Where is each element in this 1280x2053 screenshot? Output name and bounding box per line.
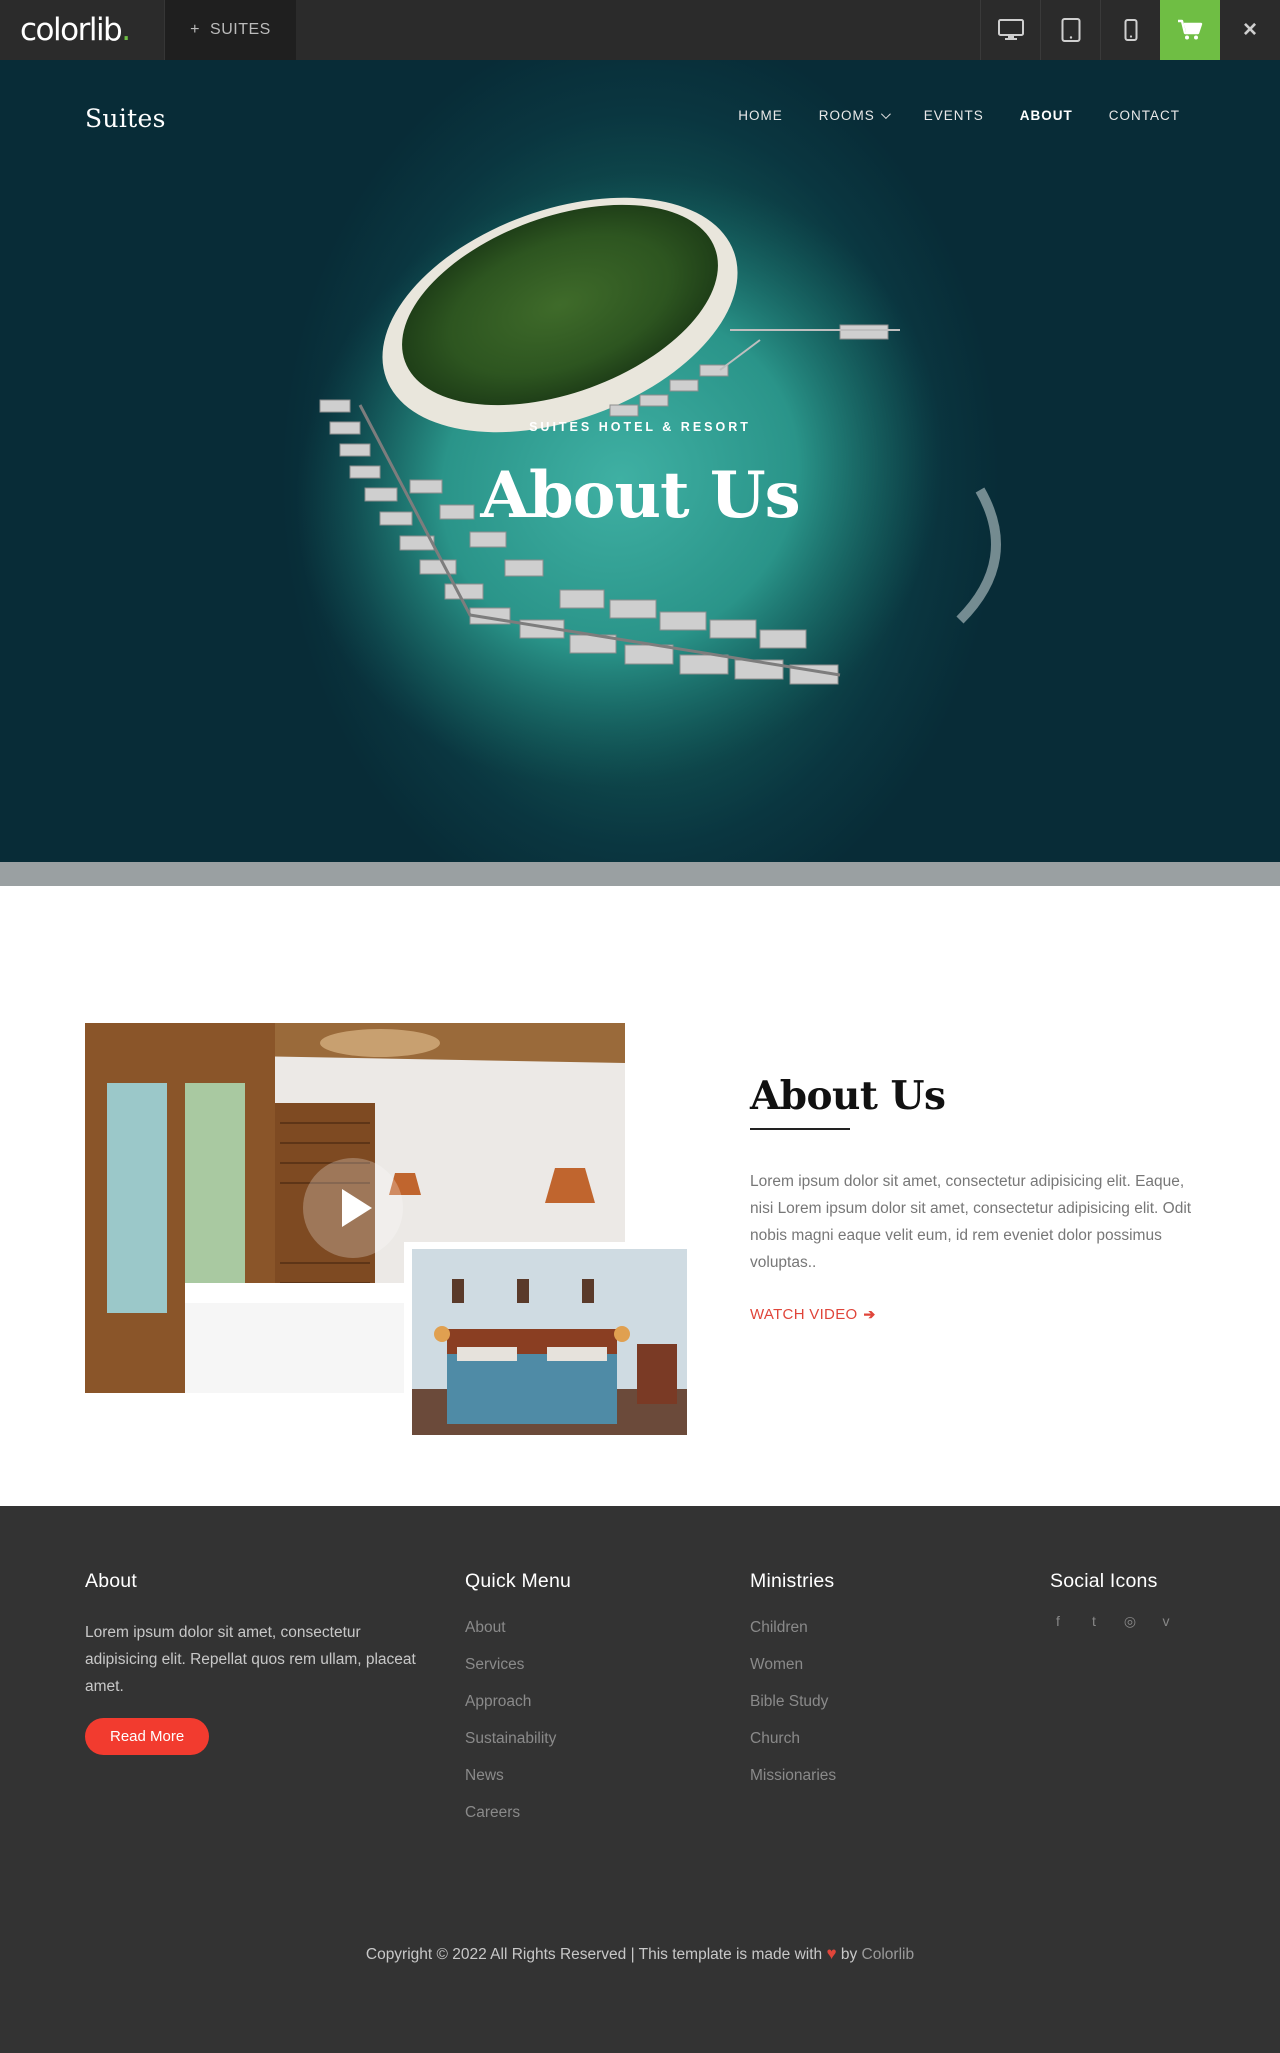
quick-menu-heading: Quick Menu xyxy=(465,1570,572,1592)
nav-contact[interactable]: CONTACT xyxy=(1109,108,1180,123)
read-more-button[interactable]: Read More xyxy=(85,1718,210,1755)
bedroom-image-2 xyxy=(412,1249,687,1435)
copyright: Copyright © 2022 All Rights Reserved | T… xyxy=(0,1944,1280,1964)
footer-social: Social Icons f t ◎ v xyxy=(1050,1570,1174,1630)
ministries-item[interactable]: Bible Study xyxy=(750,1693,836,1730)
desktop-view-button[interactable] xyxy=(980,0,1040,60)
quick-menu-item[interactable]: Services xyxy=(465,1656,571,1693)
about-title: About Us xyxy=(750,1073,946,1119)
room-photo-secondary xyxy=(404,1242,687,1435)
buy-button[interactable] xyxy=(1160,0,1220,60)
desktop-icon xyxy=(997,19,1024,40)
quick-menu-item[interactable]: About xyxy=(465,1619,571,1656)
facebook-icon[interactable]: f xyxy=(1050,1613,1066,1630)
tablet-view-button[interactable] xyxy=(1040,0,1100,60)
mobile-view-button[interactable] xyxy=(1100,0,1160,60)
nav-rooms[interactable]: ROOMS xyxy=(818,108,891,123)
title-underline xyxy=(750,1128,850,1130)
about-description: Lorem ipsum dolor sit amet, consectetur … xyxy=(750,1173,1192,1271)
quick-menu-item[interactable]: Sustainability xyxy=(465,1730,571,1767)
instagram-icon[interactable]: ◎ xyxy=(1122,1613,1138,1630)
nav-about[interactable]: ABOUT xyxy=(1020,108,1073,123)
footer-quick-menu: Quick Menu About Services Approach Susta… xyxy=(465,1570,571,1841)
arrow-right-icon: ➔ xyxy=(863,1306,876,1322)
heart-icon: ♥ xyxy=(826,1944,837,1963)
ministries-item[interactable]: Missionaries xyxy=(750,1767,836,1804)
ministries-heading: Ministries xyxy=(750,1570,835,1592)
footer-ministries: Ministries Children Women Bible Study Ch… xyxy=(750,1570,836,1804)
play-video-button[interactable] xyxy=(303,1158,403,1258)
nav-about-label: ABOUT xyxy=(1019,108,1073,123)
quick-menu-item[interactable]: Careers xyxy=(465,1804,571,1841)
theme-tab[interactable]: + SUITES xyxy=(164,0,296,60)
copyright-by: by xyxy=(840,1946,858,1963)
watch-video-label: WATCH VIDEO xyxy=(750,1306,858,1323)
colorlib-brand-dot: . xyxy=(121,12,131,48)
hero-subtitle: SUITES HOTEL & RESORT xyxy=(529,420,751,434)
demo-toolbar: colorlib. + SUITES × xyxy=(0,0,1280,60)
main-nav: HOME ROOMS EVENTS ABOUT CONTACT xyxy=(738,108,1180,123)
quick-menu-item[interactable]: Approach xyxy=(465,1693,571,1730)
mobile-icon xyxy=(1124,19,1137,41)
ministries-item[interactable]: Women xyxy=(750,1656,836,1693)
nav-contact-label: CONTACT xyxy=(1108,108,1180,123)
play-icon xyxy=(342,1189,372,1227)
ministries-item[interactable]: Children xyxy=(750,1619,836,1656)
colorlib-logo[interactable]: colorlib. xyxy=(0,0,164,60)
hero-bottom-strip xyxy=(0,862,1280,886)
colorlib-link[interactable]: Colorlib xyxy=(862,1946,915,1963)
footer-about: About Lorem ipsum dolor sit amet, consec… xyxy=(85,1570,425,1755)
site-logo[interactable]: Suites xyxy=(85,104,166,133)
nav-home[interactable]: HOME xyxy=(738,108,783,123)
theme-tab-label: SUITES xyxy=(210,21,271,38)
twitter-icon[interactable]: t xyxy=(1086,1613,1102,1630)
social-heading: Social Icons xyxy=(1050,1570,1158,1592)
about-section: About Us Lorem ipsum dolor sit amet, con… xyxy=(0,910,1280,1506)
hero-title: About Us xyxy=(480,458,800,533)
close-icon: × xyxy=(1242,16,1257,43)
vimeo-icon[interactable]: v xyxy=(1158,1613,1174,1630)
nav-rooms-label: ROOMS xyxy=(818,108,875,123)
chevron-down-icon xyxy=(880,109,891,120)
nav-events[interactable]: EVENTS xyxy=(924,108,984,123)
watch-video-link[interactable]: WATCH VIDEO ➔ xyxy=(750,1306,876,1323)
close-button[interactable]: × xyxy=(1220,0,1280,60)
plus-icon: + xyxy=(190,21,201,38)
quick-menu-item[interactable]: News xyxy=(465,1767,571,1804)
colorlib-brand-text: colorlib xyxy=(20,12,123,48)
site-footer: About Lorem ipsum dolor sit amet, consec… xyxy=(0,1506,1280,2053)
footer-about-text: Lorem ipsum dolor sit amet, consectetur … xyxy=(85,1624,416,1695)
nav-home-label: HOME xyxy=(738,108,783,123)
tablet-icon xyxy=(1061,18,1080,42)
copyright-text: Copyright © 2022 All Rights Reserved | T… xyxy=(365,1946,823,1963)
footer-about-heading: About xyxy=(85,1570,137,1592)
cart-icon xyxy=(1178,19,1203,40)
nav-events-label: EVENTS xyxy=(923,108,984,123)
ministries-item[interactable]: Church xyxy=(750,1730,836,1767)
